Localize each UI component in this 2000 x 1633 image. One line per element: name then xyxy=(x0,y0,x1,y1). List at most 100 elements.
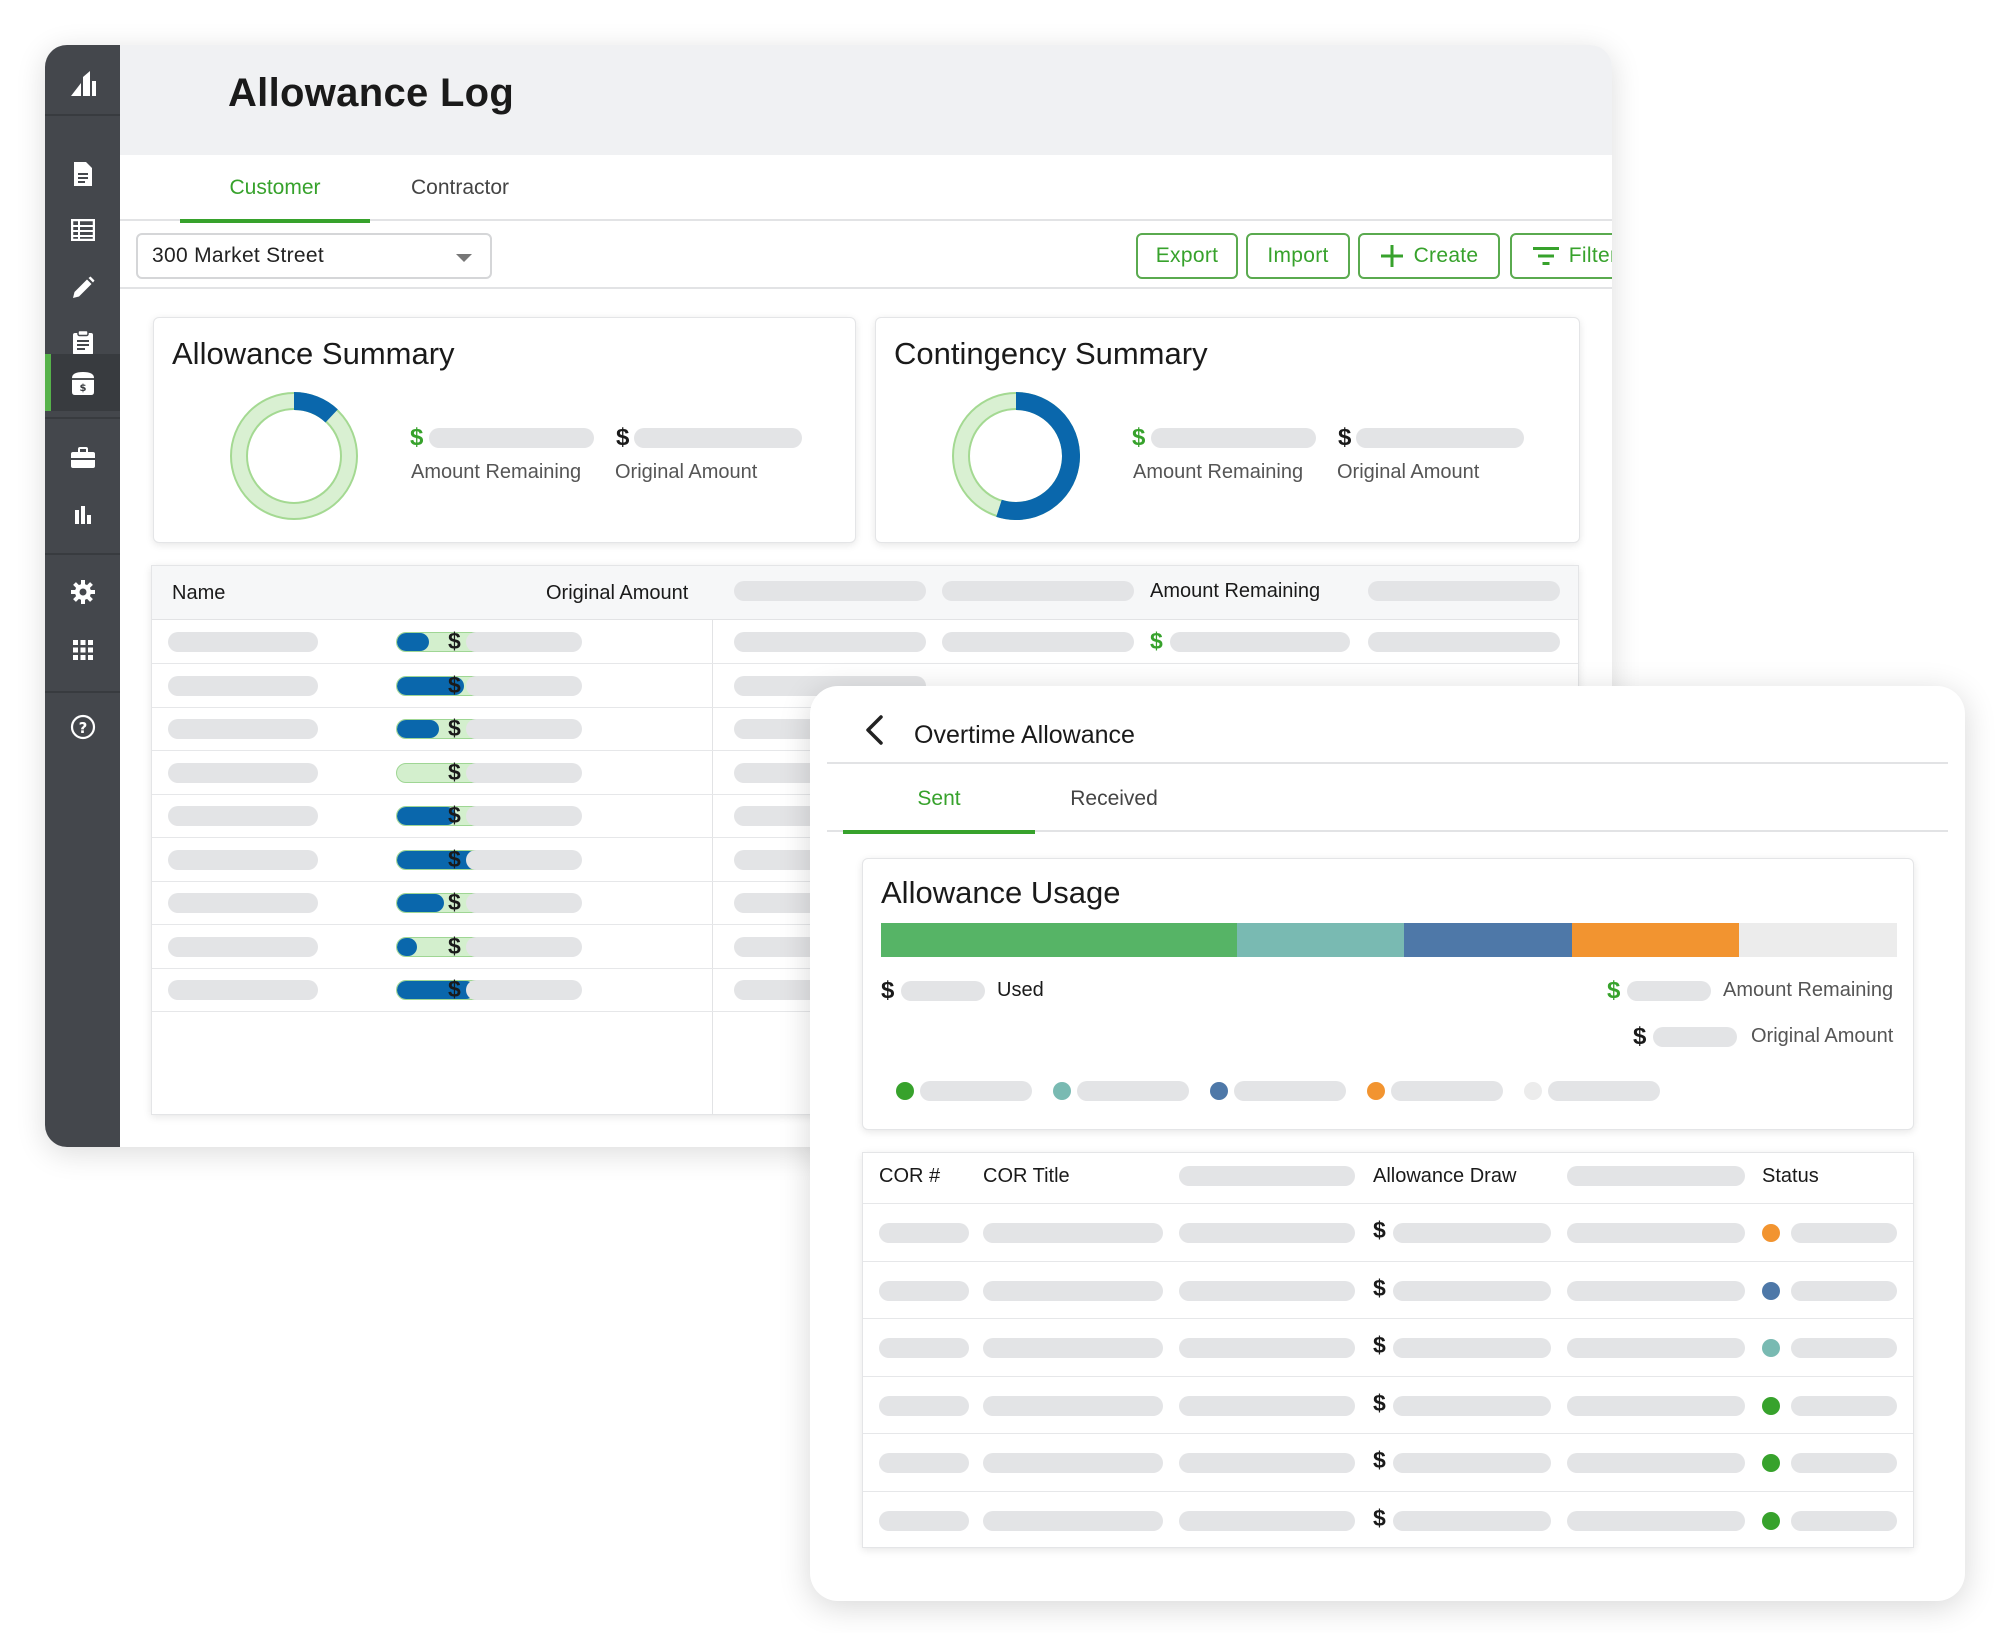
usage-remaining-placeholder xyxy=(1627,981,1711,1001)
column-header-cor-title[interactable]: COR Title xyxy=(983,1165,1070,1188)
filter-icon xyxy=(1532,247,1559,265)
pencil-icon[interactable] xyxy=(45,266,120,310)
import-button[interactable]: Import xyxy=(1246,233,1350,279)
cor-draw-placeholder xyxy=(1393,1338,1551,1358)
logo-icon[interactable] xyxy=(45,56,120,112)
table-row[interactable]: $ xyxy=(863,1433,1913,1490)
usage-bar-segment xyxy=(1571,923,1740,957)
legend-dot xyxy=(1524,1082,1542,1100)
row-original-dollar: $ xyxy=(448,889,461,915)
column-header-allowance-draw[interactable]: Allowance Draw xyxy=(1373,1165,1516,1188)
status-dot xyxy=(1762,1511,1780,1530)
row-name-placeholder xyxy=(168,893,318,913)
import-button-label: Import xyxy=(1267,244,1329,267)
cor-value-placeholder xyxy=(1179,1280,1355,1301)
legend-label-placeholder xyxy=(1234,1081,1346,1101)
column-header-original-amount[interactable]: Original Amount xyxy=(546,582,688,605)
table-row[interactable]: $ xyxy=(863,1490,1913,1548)
contingency-remaining-placeholder xyxy=(1151,428,1316,448)
row-original-dollar: $ xyxy=(448,758,461,785)
usage-bar-segment xyxy=(1236,923,1405,957)
allowance-original-placeholder xyxy=(634,428,802,448)
status-label-placeholder xyxy=(1791,1338,1897,1358)
filter-button-label: Filter xyxy=(1568,244,1612,267)
svg-text:?: ? xyxy=(78,719,87,737)
column-header-status[interactable]: Status xyxy=(1762,1165,1819,1188)
cor-draw-placeholder xyxy=(1393,1453,1551,1473)
export-button[interactable]: Export xyxy=(1136,233,1238,279)
cor-value-placeholder xyxy=(1567,1510,1745,1531)
spreadsheet-icon[interactable] xyxy=(45,208,120,252)
cor-draw-placeholder xyxy=(1393,1280,1551,1301)
row-progress-fill xyxy=(397,937,417,956)
legend-dot xyxy=(1053,1082,1071,1100)
legend-label-placeholder xyxy=(1548,1081,1660,1101)
bar-chart-icon[interactable] xyxy=(45,493,120,537)
cor-value-placeholder xyxy=(1567,1280,1745,1301)
project-select[interactable]: 300 Market Street xyxy=(136,233,492,279)
grid-icon[interactable] xyxy=(45,628,120,672)
briefcase-icon[interactable] xyxy=(45,436,120,480)
used-dollar: $ xyxy=(881,977,895,1004)
column-header-placeholder xyxy=(1368,581,1560,601)
create-button[interactable]: Create xyxy=(1358,233,1500,279)
cor-title-placeholder xyxy=(983,1395,1163,1416)
cor-draw-dollar: $ xyxy=(1373,1504,1386,1531)
cor-draw-placeholder xyxy=(1393,1510,1551,1531)
allowance-icon: $ xyxy=(71,371,94,395)
cor-title-placeholder xyxy=(983,1223,1163,1243)
status-dot xyxy=(1762,1281,1780,1300)
contingency-donut-chart xyxy=(952,392,1080,520)
column-header-cor-number[interactable]: COR # xyxy=(879,1165,940,1188)
cor-value-placeholder xyxy=(1179,1223,1355,1243)
allowance-donut-chart xyxy=(230,392,358,520)
column-header-name[interactable]: Name xyxy=(172,582,225,605)
sidebar-item-allowance[interactable]: $ xyxy=(45,354,120,411)
row-original-dollar: $ xyxy=(448,802,461,828)
allowance-usage-title: Allowance Usage xyxy=(881,875,1121,910)
table-row[interactable]: $ xyxy=(863,1375,1913,1433)
tab-received[interactable]: Received xyxy=(1035,766,1193,832)
status-dot xyxy=(1762,1339,1780,1357)
chevron-left-icon[interactable] xyxy=(861,714,889,746)
gear-icon[interactable] xyxy=(45,570,120,614)
cor-draw-dollar: $ xyxy=(1373,1389,1386,1416)
allowance-original-dollar: $ xyxy=(616,424,630,451)
row-name-placeholder xyxy=(168,762,318,783)
cor-value-placeholder xyxy=(1567,1223,1745,1243)
document-icon[interactable] xyxy=(45,152,120,196)
table-row[interactable]: $ xyxy=(863,1318,1913,1375)
status-dot xyxy=(1762,1224,1780,1242)
help-icon[interactable]: ? xyxy=(45,705,120,749)
row-progress-fill xyxy=(397,807,456,825)
legend-dot xyxy=(1367,1082,1385,1100)
tab-customer[interactable]: Customer xyxy=(180,155,370,223)
tab-contractor[interactable]: Contractor xyxy=(370,155,550,221)
row-remaining-dollar: $ xyxy=(1150,628,1163,654)
sidebar: $ ? xyxy=(45,45,120,1147)
cor-draw-dollar: $ xyxy=(1373,1274,1386,1301)
row-original-amount-placeholder xyxy=(466,632,582,652)
row-remaining-placeholder xyxy=(1170,632,1350,652)
row-original-dollar: $ xyxy=(448,628,461,654)
row-original-dollar: $ xyxy=(448,976,461,1002)
tab-sent[interactable]: Sent xyxy=(843,766,1035,834)
column-header-amount-remaining[interactable]: Amount Remaining xyxy=(1150,580,1320,603)
table-row[interactable]: $ xyxy=(863,1260,1913,1318)
cor-table: COR # COR Title Allowance Draw Status $ $… xyxy=(862,1152,1914,1548)
filter-button[interactable]: Filter xyxy=(1510,233,1612,279)
table-row[interactable]: $ xyxy=(863,1203,1913,1260)
row-original-amount-placeholder xyxy=(466,980,582,1000)
cor-value-placeholder xyxy=(1179,1338,1355,1358)
row-original-amount-placeholder xyxy=(466,762,582,783)
cor-number-placeholder xyxy=(879,1453,969,1473)
status-label-placeholder xyxy=(1791,1280,1897,1301)
cor-number-placeholder xyxy=(879,1223,969,1243)
cor-number-placeholder xyxy=(879,1280,969,1301)
table-row[interactable]: $ $ xyxy=(152,620,1578,664)
row-name-placeholder xyxy=(168,936,318,957)
legend-label-placeholder xyxy=(1077,1081,1189,1101)
allowance-table-header: Name Original Amount Amount Remaining xyxy=(152,566,1578,620)
contingency-remaining-label: Amount Remaining xyxy=(1133,461,1304,483)
usage-remaining-dollar: $ xyxy=(1607,977,1621,1004)
